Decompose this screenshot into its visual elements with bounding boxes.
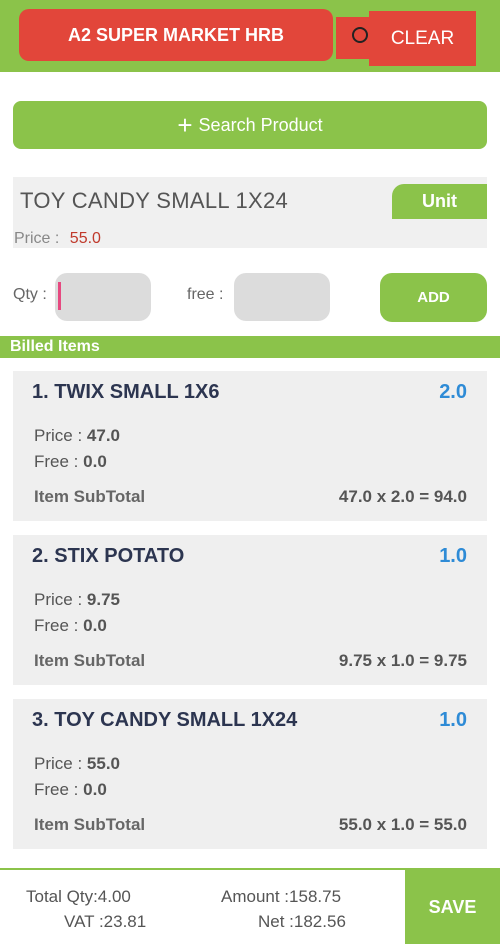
store-name-button[interactable]: A2 SUPER MARKET HRB (19, 9, 333, 61)
item-free-label: Free : (34, 616, 79, 635)
unit-button[interactable]: Unit (392, 184, 487, 219)
list-item[interactable]: 3. TOY CANDY SMALL 1X24 1.0 Price : 55.0… (13, 699, 487, 849)
item-price-label: Price : (34, 754, 83, 773)
total-qty: Total Qty:4.00 (26, 887, 131, 906)
selected-product-panel: TOY CANDY SMALL 1X24 Unit Price : 55.0 (13, 177, 487, 248)
price-label: Price : (14, 230, 60, 247)
vat-total: VAT :23.81 (64, 912, 147, 931)
product-name: TOY CANDY SMALL 1X24 (20, 188, 289, 213)
clear-button[interactable]: CLEAR (369, 11, 476, 66)
amount-total: Amount :158.75 (221, 887, 342, 906)
item-price-row: Price : 9.75 (34, 590, 120, 610)
item-price-label: Price : (34, 590, 83, 609)
save-button[interactable]: SAVE (405, 870, 500, 944)
price-value: 55.0 (69, 230, 101, 247)
list-item[interactable]: 2. STIX POTATO 1.0 Price : 9.75 Free : 0… (13, 535, 487, 685)
free-label: free : (187, 286, 224, 303)
product-price-row: Price : 55.0 (14, 230, 101, 248)
item-title: 2. STIX POTATO (32, 545, 185, 567)
item-free: 0.0 (83, 780, 107, 799)
plus-icon: + (177, 110, 193, 140)
billed-items-header: Billed Items (0, 336, 500, 358)
item-subtotal-label: Item SubTotal (34, 487, 146, 506)
item-free: 0.0 (83, 452, 107, 471)
item-price-row: Price : 47.0 (34, 426, 120, 446)
item-free-row: Free : 0.0 (34, 780, 107, 800)
qty-label: Qty : (13, 286, 47, 303)
list-item[interactable]: 1. TWIX SMALL 1X6 2.0 Price : 47.0 Free … (13, 371, 487, 521)
item-price: 55.0 (86, 754, 121, 773)
item-free-label: Free : (34, 780, 79, 799)
qty-input[interactable] (55, 273, 151, 321)
item-free: 0.0 (83, 616, 107, 635)
item-price-label: Price : (34, 426, 83, 445)
item-qty: 1.0 (439, 545, 467, 567)
item-price-row: Price : 55.0 (34, 754, 120, 774)
item-free-row: Free : 0.0 (34, 616, 107, 636)
item-price: 47.0 (86, 426, 121, 445)
net-total: Net :182.56 (258, 912, 346, 931)
item-subtotal: 47.0 x 2.0 = 94.0 (338, 487, 467, 506)
item-subtotal-label: Item SubTotal (34, 651, 146, 670)
free-input[interactable] (234, 273, 330, 321)
item-free-row: Free : 0.0 (34, 452, 107, 472)
add-button[interactable]: ADD (380, 273, 487, 322)
item-qty: 1.0 (439, 709, 467, 731)
text-cursor (58, 282, 61, 310)
item-qty: 2.0 (439, 381, 467, 403)
search-icon (352, 27, 368, 43)
search-product-label: Search Product (198, 114, 323, 135)
item-subtotal: 55.0 x 1.0 = 55.0 (338, 815, 467, 834)
item-price: 9.75 (86, 590, 121, 609)
item-title: 1. TWIX SMALL 1X6 (32, 381, 220, 403)
item-title: 3. TOY CANDY SMALL 1X24 (32, 709, 298, 731)
item-subtotal-label: Item SubTotal (34, 815, 146, 834)
item-subtotal: 9.75 x 1.0 = 9.75 (338, 651, 467, 670)
search-product-button[interactable]: + Search Product (13, 101, 487, 149)
item-free-label: Free : (34, 452, 79, 471)
